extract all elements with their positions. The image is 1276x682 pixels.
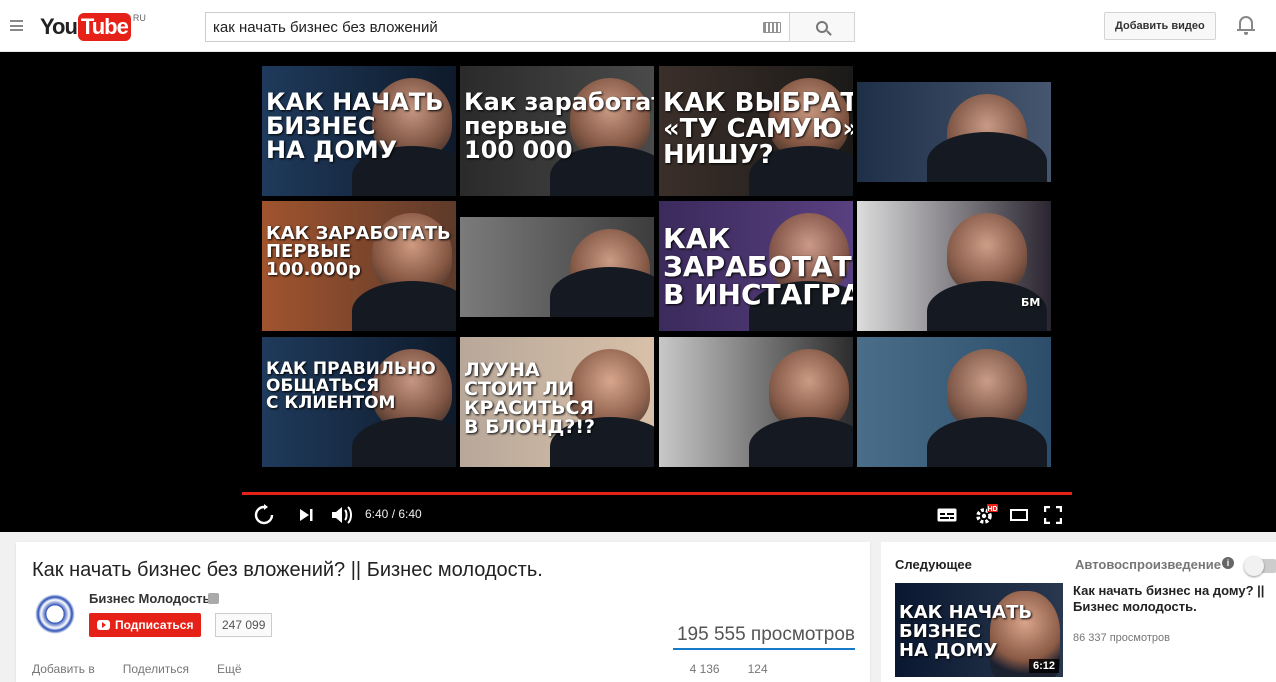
thumb-shoulders: [749, 417, 853, 467]
theater-mode-icon[interactable]: [1008, 503, 1030, 527]
dislike-count[interactable]: 124: [748, 662, 768, 676]
guide-menu-icon[interactable]: [10, 20, 23, 31]
volume-icon[interactable]: [331, 503, 353, 527]
search-input[interactable]: как начать бизнес без вложений: [205, 12, 789, 42]
end-screen-tile[interactable]: КАК ЗАРАБОТАТЬ В ИНСТАГРАМЕ?: [659, 201, 853, 331]
search-icon: [816, 21, 828, 33]
youtube-logo[interactable]: You Tube RU: [40, 13, 146, 41]
next-video-views: 86 337 просмотров: [1073, 632, 1170, 644]
tile-caption: ЛУУНА СТОИТ ЛИ КРАСИТЬСЯ В БЛОНД?!?: [464, 359, 596, 438]
thumb-shoulders: [927, 417, 1047, 467]
end-screen-tile[interactable]: [659, 337, 853, 467]
verified-icon: [208, 593, 219, 604]
sentiment-bar: [673, 648, 855, 650]
subscribe-button[interactable]: Подписаться: [89, 613, 202, 637]
view-count: 195 555 просмотров: [676, 624, 855, 645]
next-video-title[interactable]: Как начать бизнес на дому? || Бизнес мол…: [1073, 583, 1273, 615]
subtitles-icon[interactable]: [936, 503, 958, 527]
end-screen-tile[interactable]: [460, 217, 654, 317]
add-to-button[interactable]: Добавить в: [32, 662, 95, 676]
thumb-shoulders: [352, 281, 456, 331]
subscribe-label: Подписаться: [115, 618, 194, 632]
search-button[interactable]: [789, 12, 855, 42]
masthead: You Tube RU как начать бизнес без вложен…: [0, 0, 1276, 52]
tile-caption: Как заработать первые 100 000: [464, 88, 654, 164]
end-screen-tile[interactable]: КАК ЗАРАБОТАТЬ ПЕРВЫЕ 100.000р: [262, 201, 456, 331]
upload-button[interactable]: Добавить видео: [1104, 12, 1216, 40]
autoplay-toggle[interactable]: [1244, 556, 1276, 576]
logo-tube-text: Tube: [77, 13, 131, 41]
up-next-label: Следующее: [895, 557, 972, 572]
video-info-panel: Как начать бизнес без вложений? || Бизне…: [16, 542, 870, 682]
end-screen-tile[interactable]: ЛУУНА СТОИТ ЛИ КРАСИТЬСЯ В БЛОНД?!?: [460, 337, 654, 467]
video-player[interactable]: КАК НАЧАТЬ БИЗНЕС НА ДОМУ Как заработать …: [0, 52, 1276, 532]
watch-sidebar: Следующее Автовоспроизведение i КАК НАЧА…: [881, 542, 1276, 682]
tile-caption: КАК ЗАРАБОТАТЬ ПЕРВЫЕ 100.000р: [266, 223, 451, 280]
youtube-play-icon: [97, 620, 110, 630]
search-query[interactable]: как начать бизнес без вложений: [206, 19, 763, 36]
video-duration: 6:12: [1028, 659, 1059, 673]
end-screen-tile[interactable]: [857, 82, 1051, 182]
thumb-shoulders: [927, 132, 1047, 182]
channel-avatar[interactable]: [35, 594, 75, 634]
like-count[interactable]: 4 136: [690, 662, 720, 676]
end-screen-tile[interactable]: КАК НАЧАТЬ БИЗНЕС НА ДОМУ: [262, 66, 456, 196]
tile-caption: БМ: [1021, 296, 1041, 309]
next-video-icon[interactable]: [297, 503, 315, 527]
share-button[interactable]: Поделиться: [123, 662, 189, 676]
logo-you-text: You: [40, 14, 78, 39]
thumb-shoulders: [352, 417, 456, 467]
tile-caption: КАК НАЧАТЬ БИЗНЕС НА ДОМУ: [266, 88, 444, 164]
channel-name-link[interactable]: Бизнес Молодость: [89, 591, 210, 606]
info-icon[interactable]: i: [1222, 557, 1234, 569]
subscriber-count: 247 099: [215, 613, 273, 637]
end-screen-tile[interactable]: БМ: [857, 201, 1051, 331]
time-display: 6:40 / 6:40: [365, 507, 422, 521]
autoplay-label: Автовоспроизведение: [1075, 557, 1221, 572]
settings-gear-icon[interactable]: HD: [974, 503, 998, 527]
tile-caption: КАК ВЫБРАТЬ «ТУ САМУЮ» НИШУ?: [663, 88, 853, 170]
keyboard-icon[interactable]: [763, 21, 781, 33]
end-screen-tile[interactable]: КАК ПРАВИЛЬНО ОБЩАТЬСЯ С КЛИЕНТОМ: [262, 337, 456, 467]
notifications-bell-icon[interactable]: [1237, 15, 1255, 35]
end-screen-tile[interactable]: КАК ВЫБРАТЬ «ТУ САМУЮ» НИШУ?: [659, 66, 853, 196]
video-title: Как начать бизнес без вложений? || Бизне…: [32, 559, 543, 581]
search-form: как начать бизнес без вложений: [205, 12, 855, 42]
fullscreen-icon[interactable]: [1042, 503, 1064, 527]
hd-badge: HD: [987, 506, 997, 513]
action-bar: Добавить в Поделиться Ещё 4 136 124: [32, 662, 768, 676]
tile-caption: КАК ЗАРАБОТАТЬ В ИНСТАГРАМЕ?: [663, 222, 853, 311]
end-screen-tile[interactable]: Как заработать первые 100 000: [460, 66, 654, 196]
end-screen-tile[interactable]: [857, 337, 1051, 467]
player-controls: 6:40 / 6:40 HD: [242, 501, 1072, 529]
more-button[interactable]: Ещё: [217, 662, 242, 676]
tile-caption: КАК ПРАВИЛЬНО ОБЩАТЬСЯ С КЛИЕНТОМ: [266, 359, 436, 413]
end-screen-grid: КАК НАЧАТЬ БИЗНЕС НА ДОМУ Как заработать …: [262, 66, 1052, 469]
replay-icon[interactable]: [252, 503, 276, 527]
logo-region: RU: [132, 13, 146, 23]
next-video-thumbnail[interactable]: КАК НАЧАТЬ БИЗНЕС НА ДОМУ 6:12: [895, 583, 1063, 677]
thumb-shoulders: [550, 267, 654, 317]
progress-bar[interactable]: [242, 492, 1072, 495]
thumb-caption: КАК НАЧАТЬ БИЗНЕС НА ДОМУ: [899, 602, 1033, 661]
